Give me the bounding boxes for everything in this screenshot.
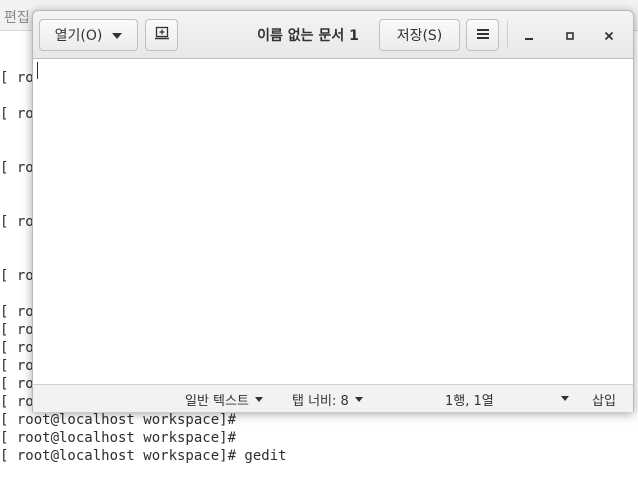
chevron-down-icon bbox=[112, 27, 123, 43]
maximize-icon bbox=[565, 26, 575, 45]
tab-width-label: 탭 너비: 8 bbox=[292, 394, 349, 409]
close-button[interactable] bbox=[599, 25, 619, 45]
minimize-button[interactable] bbox=[519, 25, 539, 45]
open-button[interactable]: 열기(O) bbox=[39, 19, 138, 51]
text-cursor bbox=[37, 62, 38, 79]
chevron-down-icon bbox=[354, 397, 363, 402]
maximize-button[interactable] bbox=[560, 25, 580, 45]
terminal-line: [ root@localhost workspace]# bbox=[0, 412, 237, 428]
save-button[interactable]: 저장(S) bbox=[379, 19, 460, 51]
header-separator bbox=[507, 21, 508, 49]
text-editor-area[interactable] bbox=[33, 59, 633, 384]
status-bar: 일반 텍스트 탭 너비: 8 1행, 1열 삽입 bbox=[33, 384, 633, 412]
new-document-button[interactable] bbox=[145, 19, 178, 51]
insert-mode-indicator[interactable]: 삽입 bbox=[592, 390, 616, 409]
hamburger-menu-icon bbox=[476, 27, 489, 43]
cursor-position: 1행, 1열 bbox=[445, 390, 494, 409]
terminal-menu-edit[interactable]: 편집 bbox=[4, 7, 30, 27]
window-title: 이름 없는 문서 1 bbox=[257, 28, 359, 44]
gedit-window: 열기(O) 이름 없는 문서 1 저장(S) 일반 텍스트 탭 너비: 8 1행… bbox=[32, 10, 634, 412]
insert-mode-label: 삽입 bbox=[592, 394, 616, 409]
cursor-position-label: 1행, 1열 bbox=[445, 394, 494, 409]
terminal-line: [ root@localhost workspace]# gedit bbox=[0, 448, 287, 464]
header-bar: 열기(O) 이름 없는 문서 1 저장(S) bbox=[33, 11, 633, 59]
chevron-down-icon bbox=[254, 397, 263, 402]
syntax-selector[interactable]: 일반 텍스트 bbox=[185, 390, 263, 409]
chevron-down-icon[interactable] bbox=[561, 396, 569, 401]
syntax-label: 일반 텍스트 bbox=[185, 394, 249, 409]
terminal-line: [ root@localhost workspace]# bbox=[0, 430, 237, 446]
close-icon bbox=[604, 26, 614, 45]
menu-button[interactable] bbox=[466, 19, 499, 51]
new-document-icon bbox=[154, 25, 170, 45]
open-button-label: 열기(O) bbox=[54, 28, 103, 44]
minimize-icon bbox=[524, 26, 534, 45]
tab-width-selector[interactable]: 탭 너비: 8 bbox=[292, 390, 363, 409]
